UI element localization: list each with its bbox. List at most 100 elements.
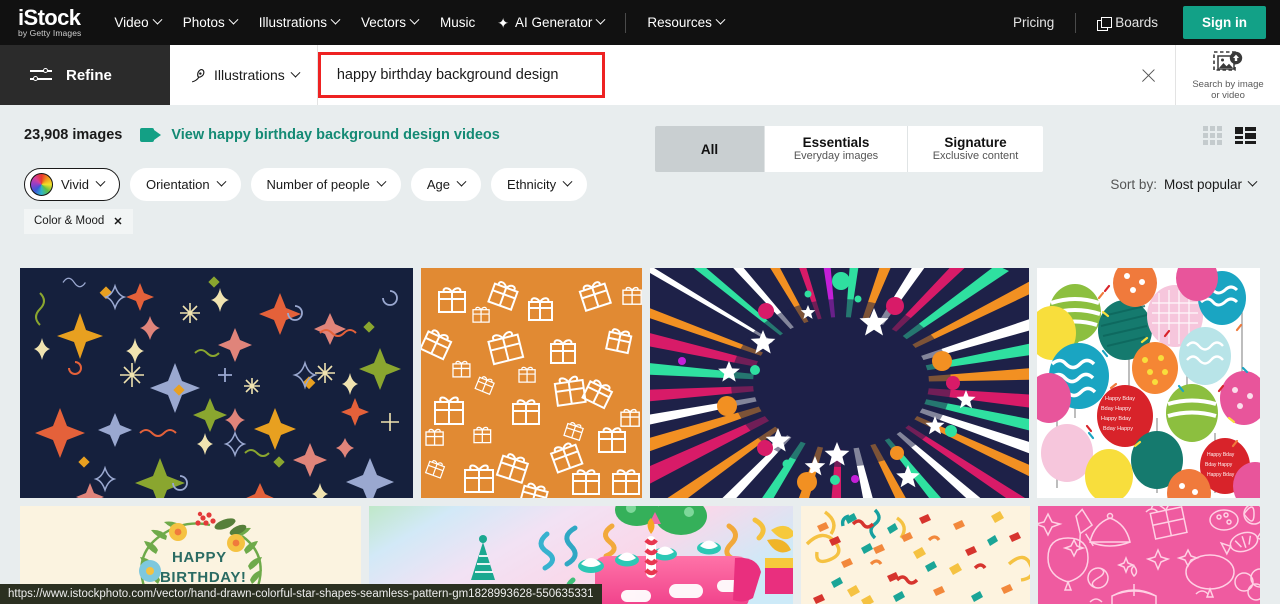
logo-tagline: by Getty Images: [18, 27, 82, 38]
result-tile-pink-party-doodles[interactable]: [1037, 506, 1260, 604]
search-category-dropdown[interactable]: Illustrations: [170, 45, 318, 105]
sparkle-icon: ✦: [497, 14, 510, 31]
thumbnail-image: [421, 268, 642, 498]
mosaic-view-icon[interactable]: [1235, 126, 1256, 144]
chevron-down-icon: [715, 14, 726, 25]
nav-item-ai-generator[interactable]: ✦ AI Generator: [486, 9, 615, 36]
nav-item-illustrations[interactable]: Illustrations: [248, 9, 350, 36]
filter-pill-label: Orientation: [145, 176, 210, 192]
nav-item-music[interactable]: Music: [429, 9, 486, 36]
video-camera-icon: [140, 128, 162, 142]
top-navigation-bar: iStock by Getty Images Video Photos Illu…: [0, 0, 1280, 45]
nav-item-label: Photos: [182, 15, 225, 30]
nav-item-label: Video: [114, 15, 149, 30]
svg-text:Happy Bday: Happy Bday: [1207, 472, 1235, 478]
filter-pill-row: Vivid Orientation Number of people Age E…: [0, 165, 1280, 203]
sort-by-control: Sort by: Most popular: [1110, 176, 1258, 192]
svg-text:Happy Bday: Happy Bday: [1101, 416, 1131, 422]
segment-title: All: [700, 141, 719, 157]
filter-pill-ethnicity[interactable]: Ethnicity: [491, 167, 588, 201]
chevron-down-icon: [330, 14, 341, 25]
segment-subtitle: Exclusive content: [932, 150, 1019, 162]
segment-title: Essentials: [802, 135, 870, 150]
sign-in-button[interactable]: Sign in: [1183, 6, 1266, 39]
chevron-down-icon: [376, 176, 387, 187]
search-spacer: [605, 45, 1121, 105]
filter-pill-age[interactable]: Age: [410, 167, 482, 201]
filter-pill-orientation[interactable]: Orientation: [129, 167, 241, 201]
chevron-down-icon[interactable]: [1247, 176, 1258, 187]
refine-button[interactable]: Refine: [0, 45, 170, 105]
filter-chip-color-and-mood[interactable]: Color & Mood ✕: [24, 208, 133, 234]
view-videos-link[interactable]: View happy birthday background design vi…: [140, 127, 500, 143]
result-tile-stars-pattern[interactable]: [20, 268, 414, 498]
thumbnail-image: [800, 506, 1030, 604]
search-category-label: Illustrations: [214, 67, 285, 83]
thumbnail-image: Happy Bday Bday Happy Happy Bday Bday Happ…: [1037, 268, 1260, 498]
chevron-down-icon: [456, 176, 467, 187]
active-filter-chips: Color & Mood ✕: [0, 203, 1280, 235]
view-mode-toggles: [1203, 125, 1256, 145]
wreath-text-line1: HAPPY: [172, 549, 227, 566]
boards-link[interactable]: Boards: [1086, 9, 1169, 36]
nav-item-vectors[interactable]: Vectors: [350, 9, 429, 36]
nav-item-resources[interactable]: Resources: [636, 9, 735, 36]
segment-title: Signature: [944, 135, 1007, 150]
segment-all[interactable]: All: [655, 126, 765, 172]
logo-wordmark: iStock: [18, 4, 81, 30]
results-summary-bar: 23,908 images View happy birthday backgr…: [0, 105, 1280, 165]
filter-pill-label: Ethnicity: [507, 176, 557, 192]
chevron-down-icon: [409, 14, 420, 25]
svg-text:Bday Happy: Bday Happy: [1205, 462, 1233, 468]
filter-pill-number-of-people[interactable]: Number of people: [250, 167, 401, 201]
boards-label: Boards: [1115, 15, 1158, 30]
close-icon[interactable]: ✕: [113, 215, 122, 228]
svg-text:Happy Bday: Happy Bday: [1207, 452, 1235, 458]
chevron-down-icon: [562, 176, 573, 187]
view-videos-label: View happy birthday background design vi…: [171, 127, 500, 143]
browser-status-bar: https://www.istockphoto.com/vector/hand-…: [0, 584, 602, 604]
pen-nib-icon: [191, 68, 205, 82]
search-input-wrapper[interactable]: [317, 52, 605, 98]
boards-stack-icon: [1097, 16, 1113, 31]
filter-pill-vivid[interactable]: Vivid: [24, 167, 120, 201]
nav-item-video[interactable]: Video: [103, 9, 171, 36]
chevron-down-icon: [595, 14, 606, 25]
grid-view-icon[interactable]: [1203, 125, 1222, 145]
nav-divider: [625, 12, 627, 33]
image-upload-icon: [1213, 50, 1243, 71]
search-by-image-label: Search by image or video: [1192, 78, 1264, 101]
istock-logo[interactable]: iStock by Getty Images: [18, 4, 82, 38]
filter-pill-label: Number of people: [266, 176, 370, 192]
thumbnail-image: [1037, 506, 1260, 604]
filter-chip-label: Color & Mood: [34, 215, 105, 227]
istock-search-results-page: iStock by Getty Images Video Photos Illu…: [0, 0, 1280, 604]
nav-item-label: Illustrations: [258, 15, 327, 30]
result-tile-balloon-pattern[interactable]: Happy Bday Bday Happy Happy Bday Bday Happ…: [1037, 268, 1260, 498]
pricing-link[interactable]: Pricing: [1002, 9, 1065, 36]
color-wheel-icon: [30, 172, 53, 196]
sliders-icon: [30, 67, 52, 83]
nav-item-label: Music: [440, 15, 476, 30]
sort-by-value[interactable]: Most popular: [1164, 177, 1242, 192]
chevron-down-icon: [228, 14, 239, 25]
search-by-image-button[interactable]: Search by image or video: [1175, 45, 1280, 105]
image-results-grid: Happy Bday Bday Happy Happy Bday Bday Happ…: [20, 268, 1260, 604]
chevron-down-icon: [290, 67, 301, 78]
clear-search-button[interactable]: [1121, 45, 1175, 105]
grid-row-1: Happy Bday Bday Happy Happy Bday Bday Happ…: [20, 268, 1260, 498]
search-bar-row: Refine Illustrations happy birthday back…: [0, 45, 1280, 105]
svg-text:Happy Bday: Happy Bday: [1105, 396, 1135, 402]
nav-item-photos[interactable]: Photos: [172, 9, 248, 36]
search-input[interactable]: [336, 67, 602, 83]
result-tile-sunburst-background[interactable]: [649, 268, 1030, 498]
segment-signature[interactable]: Signature Exclusive content: [908, 126, 1043, 172]
segment-essentials[interactable]: Essentials Everyday images: [765, 126, 908, 172]
result-tile-gift-pattern[interactable]: [421, 268, 642, 498]
pricing-label: Pricing: [1012, 15, 1055, 30]
sort-by-label: Sort by:: [1110, 176, 1157, 192]
primary-nav-items: Video Photos Illustrations Vectors Music…: [103, 9, 734, 36]
result-tile-confetti-pattern[interactable]: [800, 506, 1030, 604]
nav-item-label: Vectors: [361, 15, 407, 30]
chevron-down-icon: [95, 176, 106, 187]
